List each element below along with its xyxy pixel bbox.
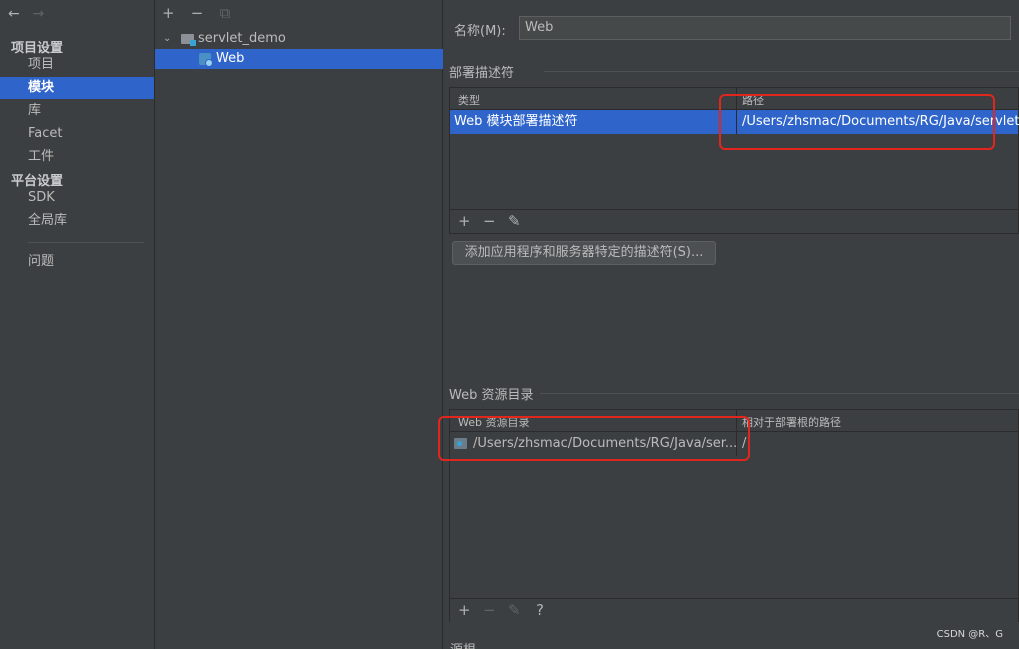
settings-nav: ← → 项目设置 项目 模块 库 Facet 工件 平台设置 SDK 全局库 问… — [0, 0, 155, 649]
web-facet-icon — [199, 53, 213, 67]
nav-arrows: ← → — [8, 6, 52, 22]
nav-item-sdk[interactable]: SDK — [0, 187, 154, 209]
nav-item-artifacts[interactable]: 工件 — [0, 146, 154, 168]
nav-item-problems[interactable]: 问题 — [0, 251, 154, 273]
deploy-descriptors-title: 部署描述符 — [449, 66, 515, 81]
nav-item-libraries[interactable]: 库 — [0, 100, 154, 122]
tree-node-label: Web — [216, 51, 245, 66]
nav-item-modules[interactable]: 模块 — [0, 77, 154, 99]
descriptor-type: Web 模块部署描述符 — [454, 114, 578, 129]
nav-item-project[interactable]: 项目 — [0, 54, 154, 76]
remove-icon[interactable]: − — [483, 601, 496, 619]
nav-item-facet[interactable]: Facet — [0, 123, 154, 145]
name-label: 名称(M): — [454, 24, 506, 39]
col-relative-path-header[interactable]: 相对于部署根的路径 — [742, 414, 841, 430]
source-roots-title: 源根 — [450, 639, 476, 649]
name-input[interactable]: Web — [519, 16, 1011, 40]
tree-node-servlet-demo[interactable]: ⌄ servlet_demo — [155, 29, 443, 49]
section-divider — [544, 71, 1019, 72]
chevron-down-icon[interactable]: ⌄ — [163, 29, 171, 49]
back-arrow-icon[interactable]: ← — [8, 6, 28, 22]
tree-node-web[interactable]: Web — [155, 49, 443, 69]
remove-icon[interactable]: − — [191, 4, 215, 22]
remove-icon[interactable]: − — [483, 212, 496, 230]
nav-separator — [28, 242, 144, 243]
edit-icon[interactable]: ✎ — [508, 601, 521, 619]
web-resource-dirs-title: Web 资源目录 — [449, 388, 534, 403]
add-icon[interactable]: + — [458, 212, 471, 230]
highlight-box-path — [719, 94, 995, 150]
resource-table-toolbar: + − ✎ ? — [450, 598, 1018, 622]
module-folder-icon — [181, 34, 196, 46]
edit-icon[interactable]: ✎ — [508, 212, 521, 230]
tree-node-label: servlet_demo — [198, 31, 286, 46]
forward-arrow-icon[interactable]: → — [32, 6, 52, 22]
tree-toolbar: + − ⧉ — [162, 4, 244, 22]
help-icon[interactable]: ? — [536, 601, 544, 619]
deploy-table-toolbar: + − ✎ — [450, 209, 1018, 233]
relative-path: / — [742, 436, 747, 451]
watermark: CSDN @R、G — [936, 629, 1003, 640]
highlight-box-resource-dir — [438, 416, 750, 461]
add-icon[interactable]: + — [162, 4, 186, 22]
add-server-descriptor-button[interactable]: 添加应用程序和服务器特定的描述符(S)... — [452, 241, 716, 265]
copy-icon[interactable]: ⧉ — [220, 4, 244, 22]
col-type-header[interactable]: 类型 — [458, 92, 480, 108]
add-icon[interactable]: + — [458, 601, 471, 619]
module-tree-panel: + − ⧉ ⌄ servlet_demo Web — [155, 0, 443, 649]
section-divider — [540, 393, 1019, 394]
nav-item-global-libraries[interactable]: 全局库 — [0, 210, 154, 232]
